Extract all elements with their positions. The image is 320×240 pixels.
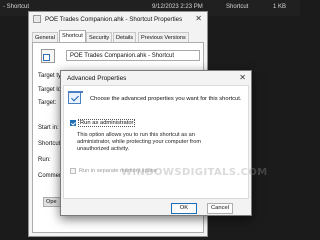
run-as-administrator-label[interactable]: Run as administrator: [77, 119, 136, 127]
run-as-administrator-option[interactable]: Run as administrator: [70, 119, 136, 127]
advanced-properties-dialog: Advanced Properties ✕ Choose the advance…: [60, 70, 267, 216]
background-file-name: - Shortcut: [3, 4, 30, 10]
run-label: Run:: [38, 157, 51, 163]
tab-general[interactable]: General: [32, 32, 58, 42]
properties-title-bar[interactable]: POE Trades Companion.ahk - Shortcut Prop…: [29, 12, 207, 26]
shortcut-name-field[interactable]: POE Trades Companion.ahk - Shortcut: [66, 50, 200, 61]
description-line: administrator, while protecting your com…: [77, 139, 202, 146]
dialog-title: Advanced Properties: [67, 75, 127, 82]
close-icon[interactable]: ✕: [195, 14, 202, 24]
close-icon[interactable]: ✕: [239, 73, 246, 83]
background-date: 9/12/2023 2:23 PM: [152, 4, 203, 10]
run-as-administrator-checkbox[interactable]: [70, 120, 76, 126]
tab-security[interactable]: Security: [86, 32, 113, 42]
tab-details[interactable]: Details: [113, 32, 137, 42]
description-line: This option allows you to run this short…: [77, 132, 195, 138]
checkmark-window-icon: [68, 91, 83, 104]
watermark-logo: WINDOWSDIGITALS.COM: [121, 167, 268, 178]
dialog-heading: Choose the advanced properties you want …: [90, 96, 242, 102]
run-as-administrator-description: This option allows you to run this short…: [77, 132, 227, 154]
target-label: Target:: [38, 100, 57, 106]
start-in-label: Start in:: [38, 125, 59, 131]
separate-memory-checkbox: [70, 168, 76, 174]
properties-window-title: POE Trades Companion.ahk - Shortcut Prop…: [45, 16, 183, 23]
ok-button[interactable]: OK: [171, 203, 197, 214]
shortcut-icon: [41, 49, 55, 63]
open-file-location-button[interactable]: Ope: [43, 197, 61, 207]
tab-previous-versions[interactable]: Previous Versions: [138, 32, 189, 42]
description-line: unauthorized activity.: [77, 146, 130, 153]
background-type: Shortcut: [226, 4, 249, 10]
background-size: 1 KB: [273, 4, 287, 10]
cancel-button[interactable]: Cancel: [207, 203, 233, 214]
tab-shortcut[interactable]: Shortcut: [59, 30, 86, 42]
advanced-properties-panel: Choose the advanced properties you want …: [63, 85, 249, 199]
shortcut-file-icon: [33, 15, 41, 23]
